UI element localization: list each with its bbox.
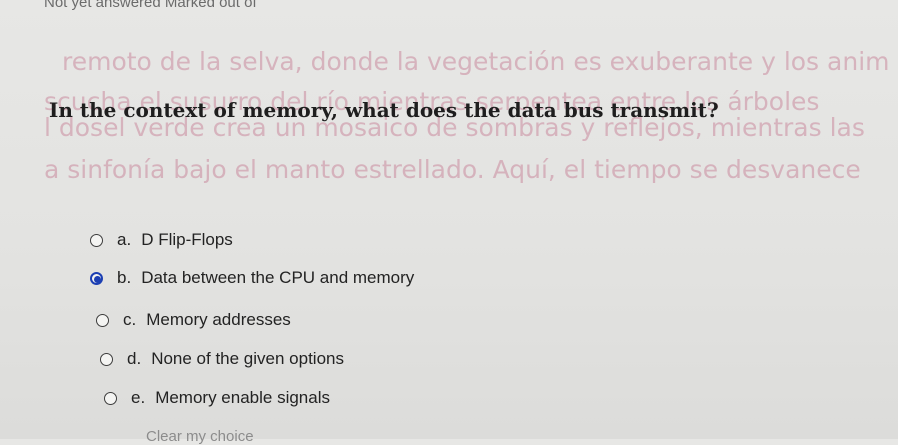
option-letter: d. — [127, 349, 142, 368]
option-letter: e. — [131, 388, 146, 407]
radio-button-selected[interactable] — [90, 271, 103, 285]
radio-button[interactable] — [100, 352, 113, 366]
option-letter: c. — [123, 310, 137, 329]
option-label: D Flip-Flops — [141, 230, 233, 249]
radio-button[interactable] — [90, 233, 103, 247]
option-d[interactable]: d. None of the given options — [100, 349, 344, 369]
option-b[interactable]: b. Data between the CPU and memory — [90, 268, 414, 288]
radio-button[interactable] — [104, 391, 117, 405]
clear-my-choice-link[interactable]: Clear my choice — [146, 428, 254, 445]
radio-button[interactable] — [96, 313, 109, 327]
overlay-line: remoto de la selva, donde la vegetación … — [62, 47, 890, 76]
option-a[interactable]: a. D Flip-Flops — [90, 230, 233, 250]
option-letter: b. — [117, 268, 132, 287]
question-status-text: Not yet answered Marked out of — [44, 0, 257, 11]
option-label: Data between the CPU and memory — [141, 268, 415, 287]
option-label: Memory enable signals — [155, 388, 330, 407]
option-e[interactable]: e. Memory enable signals — [104, 388, 330, 408]
overlay-line: a sinfonía bajo el manto estrellado. Aqu… — [44, 155, 861, 184]
option-c[interactable]: c. Memory addresses — [96, 310, 291, 330]
option-label: Memory addresses — [146, 310, 291, 329]
question-text: In the context of memory, what does the … — [49, 98, 719, 122]
option-label: None of the given options — [151, 349, 344, 368]
option-letter: a. — [117, 230, 132, 249]
